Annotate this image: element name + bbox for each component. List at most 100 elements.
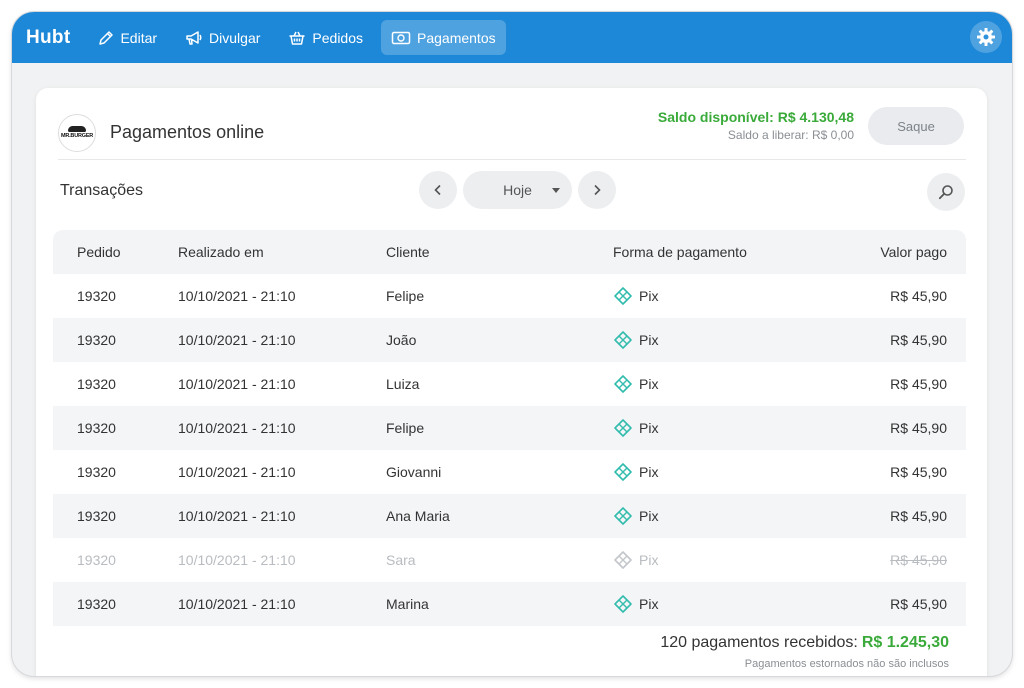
- restaurant-logo: MR.BURGER: [58, 113, 96, 152]
- cell-client: Sara: [386, 552, 416, 568]
- column-header-method: Forma de pagamento: [613, 244, 747, 260]
- column-header-order: Pedido: [77, 244, 121, 260]
- cell-method-label: Pix: [639, 288, 659, 304]
- cell-value: R$ 45,90: [890, 464, 947, 480]
- table-row[interactable]: 19320 10/10/2021 - 21:10 Felipe Pix R$ 45,90: [53, 406, 966, 450]
- transactions-table: Pedido Realizado em Cliente Forma de pag…: [53, 230, 966, 626]
- cell-order: 19320: [77, 376, 116, 392]
- cell-date: 10/10/2021 - 21:10: [178, 376, 296, 392]
- payments-card: MR.BURGER Pagamentos online Saldo dispon…: [36, 88, 987, 676]
- prev-date-button[interactable]: [419, 171, 457, 209]
- cell-date: 10/10/2021 - 21:10: [178, 508, 296, 524]
- cell-date: 10/10/2021 - 21:10: [178, 552, 296, 568]
- chevron-left-icon: [434, 184, 441, 196]
- balance-pending: Saldo a liberar: R$ 0,00: [727, 128, 854, 142]
- cell-order: 19320: [77, 596, 116, 612]
- cell-date: 10/10/2021 - 21:10: [178, 420, 296, 436]
- cell-client: Giovanni: [386, 464, 442, 480]
- app-window: Hubt Editar Divulgar Pedidos Pagamentos …: [12, 12, 1012, 676]
- cell-order: 19320: [77, 332, 116, 348]
- cell-client: Felipe: [386, 288, 425, 304]
- balance-info: Saldo disponível: R$ 4.130,48 Saldo a li…: [658, 109, 854, 142]
- search-icon: [938, 185, 953, 200]
- cell-method-label: Pix: [639, 552, 659, 568]
- table-row[interactable]: 19320 10/10/2021 - 21:10 Luiza Pix R$ 45,90: [53, 362, 966, 406]
- cell-value: R$ 45,90: [890, 596, 947, 612]
- nav-item-pagamentos[interactable]: Pagamentos: [381, 20, 506, 55]
- pix-icon: [614, 551, 632, 569]
- pix-icon: [614, 507, 632, 525]
- cell-method: Pix: [613, 374, 658, 394]
- withdraw-button[interactable]: Saque: [868, 107, 964, 145]
- cell-date: 10/10/2021 - 21:10: [178, 288, 296, 304]
- settings-button[interactable]: [970, 21, 1002, 53]
- table-row[interactable]: 19320 10/10/2021 - 21:10 Ana Maria Pix R$ 45…: [53, 494, 966, 538]
- table-body: 19320 10/10/2021 - 21:10 Felipe Pix R$ 45,90…: [53, 274, 966, 626]
- cell-client: Marina: [386, 596, 429, 612]
- pix-icon: [614, 375, 632, 393]
- cell-client: Luiza: [386, 376, 420, 392]
- cell-method: Pix: [613, 550, 658, 570]
- cell-value: R$ 45,90: [890, 332, 947, 348]
- pix-icon: [614, 287, 632, 305]
- cell-value: R$ 45,90: [890, 288, 947, 304]
- pix-icon: [614, 331, 632, 349]
- cell-method-label: Pix: [639, 376, 659, 392]
- search-button[interactable]: [927, 173, 965, 211]
- payments-summary: 120 pagamentos recebidos: R$ 1.245,30: [660, 634, 949, 652]
- megaphone-icon: [186, 30, 202, 45]
- cell-value: R$ 45,90: [890, 552, 947, 568]
- cell-order: 19320: [77, 464, 116, 480]
- cell-date: 10/10/2021 - 21:10: [178, 332, 296, 348]
- table-row-refunded[interactable]: 19320 10/10/2021 - 21:10 Sara Pix R$ 45,90: [53, 538, 966, 582]
- date-filter-select[interactable]: Hoje: [463, 171, 572, 209]
- chevron-right-icon: [594, 184, 601, 196]
- cell-value: R$ 45,90: [890, 420, 947, 436]
- cell-client: Ana Maria: [386, 508, 450, 524]
- balance-available: Saldo disponível: R$ 4.130,48: [657, 109, 854, 125]
- cell-date: 10/10/2021 - 21:10: [178, 596, 296, 612]
- money-icon: [391, 31, 411, 44]
- table-header: Pedido Realizado em Cliente Forma de pag…: [53, 230, 966, 274]
- app-logo[interactable]: Hubt: [26, 27, 70, 49]
- nav-item-editar[interactable]: Editar: [88, 20, 167, 55]
- cell-method: Pix: [613, 506, 658, 526]
- cell-method: Pix: [613, 594, 658, 614]
- mustache-icon: [68, 126, 86, 132]
- transactions-title: Transações: [60, 182, 143, 199]
- gear-icon: [977, 28, 995, 46]
- top-navbar: Hubt Editar Divulgar Pedidos Pagamentos: [12, 12, 1012, 63]
- nav-item-label: Pagamentos: [417, 29, 496, 46]
- cell-method-label: Pix: [639, 332, 659, 348]
- cell-method: Pix: [613, 418, 658, 438]
- cell-date: 10/10/2021 - 21:10: [178, 464, 296, 480]
- cell-method: Pix: [613, 330, 658, 350]
- pix-icon: [614, 595, 632, 613]
- caret-down-icon: [552, 188, 560, 193]
- table-row[interactable]: 19320 10/10/2021 - 21:10 Marina Pix R$ 45,90: [53, 582, 966, 626]
- cell-method: Pix: [613, 462, 658, 482]
- column-header-value: Valor pago: [880, 244, 947, 260]
- card-header: MR.BURGER Pagamentos online Saldo dispon…: [58, 106, 966, 160]
- nav-item-pedidos[interactable]: Pedidos: [278, 20, 373, 55]
- table-row[interactable]: 19320 10/10/2021 - 21:10 Felipe Pix R$ 45,90: [53, 274, 966, 318]
- nav-item-divulgar[interactable]: Divulgar: [175, 20, 270, 55]
- pencil-icon: [99, 30, 114, 45]
- payments-total: R$ 1.245,30: [861, 634, 949, 651]
- basket-icon: [289, 31, 305, 45]
- cell-method-label: Pix: [639, 508, 659, 524]
- page-title: Pagamentos online: [110, 122, 265, 142]
- cell-value: R$ 45,90: [890, 376, 947, 392]
- cell-order: 19320: [77, 288, 116, 304]
- pix-icon: [614, 419, 632, 437]
- next-date-button[interactable]: [578, 171, 616, 209]
- table-row[interactable]: 19320 10/10/2021 - 21:10 Giovanni Pix R$ 45,…: [53, 450, 966, 494]
- nav-item-label: Divulgar: [209, 29, 261, 46]
- cell-value: R$ 45,90: [890, 508, 947, 524]
- cell-client: Felipe: [386, 420, 425, 436]
- cell-method-label: Pix: [639, 596, 659, 612]
- refund-note: Pagamentos estornados não são inclusos: [744, 658, 949, 670]
- date-filter-value: Hoje: [503, 182, 532, 198]
- column-header-date: Realizado em: [178, 244, 264, 260]
- table-row[interactable]: 19320 10/10/2021 - 21:10 João Pix R$ 45,90: [53, 318, 966, 362]
